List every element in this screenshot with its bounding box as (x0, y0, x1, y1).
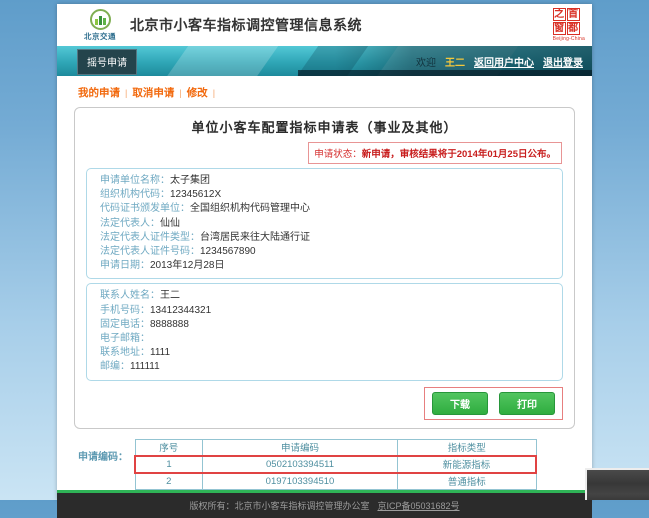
application-form-panel: 单位小客车配置指标申请表（事业及其他） 申请状态：新申请，审核结果将于2014年… (74, 107, 575, 429)
seal-caption: Beijing-China (553, 36, 585, 42)
info-row: 电子邮箱： (100, 332, 554, 346)
logo-caption: 北京交通 (77, 31, 123, 42)
back-to-user-center-link[interactable]: 返回用户中心 (474, 54, 534, 69)
menu-separator: | (179, 88, 181, 98)
table-row: 1 0502103394511 新能源指标 (135, 456, 536, 473)
info-row: 法定代表人证件类型：台湾居民来往大陆通行证 (100, 231, 554, 245)
sub-menu: 我的申请 | 取消申请 | 修改 | (57, 76, 592, 100)
icp-link[interactable]: 京ICP备05031682号 (377, 499, 459, 512)
app-title: 北京市小客车指标调控管理信息系统 (130, 15, 553, 35)
contact-info-box: 联系人姓名：王二 手机号码：13412344321 固定电话：8888888 电… (86, 283, 563, 380)
info-row: 申请单位名称：太子集团 (100, 174, 554, 188)
col-code: 申请编码 (203, 439, 398, 456)
nav-decor (162, 46, 283, 76)
username-link[interactable]: 王二 (445, 54, 465, 69)
tab-lottery-application[interactable]: 摇号申请 (77, 49, 137, 75)
print-button[interactable]: 打印 (499, 392, 555, 415)
overlapping-window-fragment (585, 468, 649, 500)
info-row: 法定代表人：仙仙 (100, 217, 554, 231)
download-button[interactable]: 下载 (432, 392, 488, 415)
info-row: 法定代表人证件号码：1234567890 (100, 245, 554, 259)
content-area: 我的申请 | 取消申请 | 修改 | 单位小客车配置指标申请表（事业及其他） 申请状态：新… (57, 76, 592, 490)
seal-char: 首 (567, 8, 580, 21)
info-row: 代码证书颁发单位：全国组织机构代码管理中心 (100, 202, 554, 216)
codes-header-row: 序号 申请编码 指标类型 (135, 439, 536, 456)
menu-item-modify[interactable]: 修改 (187, 87, 208, 99)
capital-window-seal-icon: 之 首 窗 都 Beijing-China (553, 8, 585, 42)
menu-item-my-application[interactable]: 我的申请 (78, 87, 120, 99)
main-page: 北京交通 北京市小客车指标调控管理信息系统 之 首 窗 都 Beijing-Ch… (57, 4, 592, 500)
top-navbar: 摇号申请 欢迎 王二 返回用户中心 退出登录 (57, 46, 592, 76)
info-row: 组织机构代码：12345612X (100, 188, 554, 202)
table-row: 2 0197103394510 普通指标 (135, 473, 536, 490)
codes-label: 申请编码： (78, 435, 134, 490)
copyright-text: 版权所有：北京市小客车指标调控管理办公室 (189, 499, 369, 512)
welcome-label: 欢迎 (416, 54, 436, 69)
site-footer: 版权所有：北京市小客车指标调控管理办公室 京ICP备05031682号 (57, 490, 592, 518)
application-status-box: 申请状态：新申请，审核结果将于2014年01月25日公布。 (308, 142, 562, 164)
form-title: 单位小客车配置指标申请表（事业及其他） (85, 117, 564, 136)
col-type: 指标类型 (398, 439, 537, 456)
status-label: 申请状态： (314, 149, 362, 160)
info-row: 邮编：111111 (100, 360, 554, 374)
beijing-jiaotong-logo: 北京交通 (77, 9, 123, 42)
info-row: 申请日期：2013年12月28日 (100, 259, 554, 273)
info-row: 联系人姓名：王二 (100, 289, 554, 303)
seal-char: 之 (553, 8, 566, 21)
menu-separator: | (125, 88, 127, 98)
seal-char: 窗 (553, 22, 566, 35)
col-seq: 序号 (135, 439, 203, 456)
status-value: 新申请，审核结果将于2014年01月25日公布。 (362, 149, 556, 160)
unit-info-box: 申请单位名称：太子集团 组织机构代码：12345612X 代码证书颁发单位：全国… (86, 168, 563, 279)
codes-table: 序号 申请编码 指标类型 1 0502103394511 新能源指标 2 019… (134, 439, 537, 490)
info-row: 手机号码：13412344321 (100, 304, 554, 318)
info-row: 固定电话：8888888 (100, 318, 554, 332)
user-area: 欢迎 王二 返回用户中心 退出登录 (416, 54, 583, 69)
info-row: 联系地址：1111 (100, 346, 554, 360)
menu-separator: | (213, 88, 215, 98)
seal-char: 都 (567, 22, 580, 35)
menu-item-cancel-application[interactable]: 取消申请 (132, 87, 174, 99)
logout-link[interactable]: 退出登录 (543, 54, 583, 69)
application-codes-section: 申请编码： 序号 申请编码 指标类型 1 0502103394511 新能源指标… (78, 435, 592, 490)
actions-box: 下载 打印 (424, 387, 563, 420)
site-header: 北京交通 北京市小客车指标调控管理信息系统 之 首 窗 都 Beijing-Ch… (57, 4, 592, 46)
beijing-jiaotong-emblem-icon (90, 9, 111, 30)
